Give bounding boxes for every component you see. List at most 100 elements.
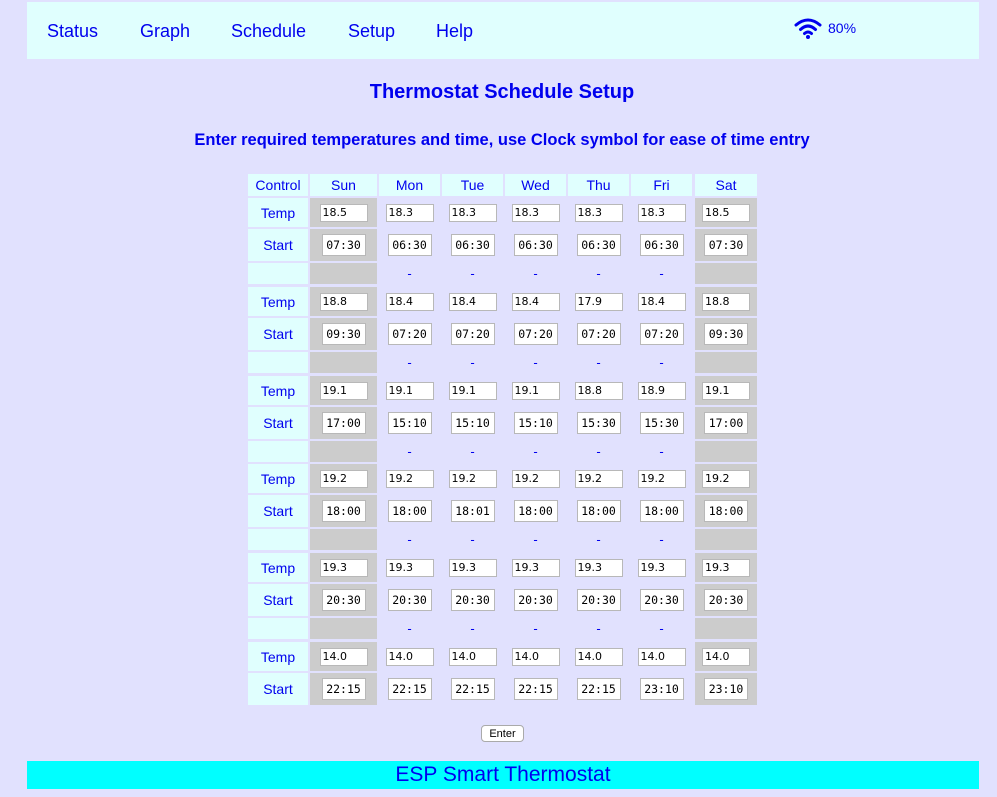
start-time-input-mon-3[interactable] <box>387 412 432 434</box>
temp-input-mon-2[interactable] <box>385 292 434 311</box>
start-time-input-sat-6[interactable] <box>704 678 748 700</box>
temp-input-thu-4[interactable] <box>574 469 623 488</box>
temp-input-wed-5[interactable] <box>511 558 560 577</box>
start-time-input-sat-2[interactable] <box>704 323 748 345</box>
temp-input-mon-3[interactable] <box>385 381 434 400</box>
start-time-input-fri-2[interactable] <box>639 323 684 345</box>
start-time-input-thu-6[interactable] <box>576 678 621 700</box>
temp-input-tue-6[interactable] <box>448 647 497 666</box>
start-time-input-wed-4[interactable] <box>513 500 558 522</box>
separator-cell-fri: - <box>631 441 692 462</box>
temp-input-mon-6[interactable] <box>385 647 434 666</box>
temp-input-fri-1[interactable] <box>637 203 686 222</box>
temp-input-mon-1[interactable] <box>385 203 434 222</box>
start-time-input-fri-1[interactable] <box>639 234 684 256</box>
temp-cell-wed <box>505 553 566 582</box>
temp-input-thu-3[interactable] <box>574 381 623 400</box>
enter-button[interactable]: Enter <box>481 725 524 742</box>
temp-input-thu-5[interactable] <box>574 558 623 577</box>
temp-input-sat-4[interactable] <box>702 469 750 488</box>
temp-input-fri-4[interactable] <box>637 469 686 488</box>
temp-input-fri-6[interactable] <box>637 647 686 666</box>
temp-input-sun-6[interactable] <box>319 647 368 666</box>
temp-input-thu-6[interactable] <box>574 647 623 666</box>
start-time-input-thu-1[interactable] <box>576 234 621 256</box>
start-time-input-sun-1[interactable] <box>321 234 366 256</box>
nav-help[interactable]: Help <box>436 21 473 42</box>
temp-input-sat-1[interactable] <box>702 203 750 222</box>
start-cell-tue <box>442 229 503 261</box>
start-time-input-fri-4[interactable] <box>639 500 684 522</box>
start-time-input-tue-3[interactable] <box>450 412 495 434</box>
start-time-input-sat-1[interactable] <box>704 234 748 256</box>
temp-input-thu-2[interactable] <box>574 292 623 311</box>
temp-input-tue-2[interactable] <box>448 292 497 311</box>
start-time-input-fri-6[interactable] <box>639 678 684 700</box>
start-time-input-wed-2[interactable] <box>513 323 558 345</box>
start-time-input-wed-6[interactable] <box>513 678 558 700</box>
temp-input-sat-3[interactable] <box>702 381 750 400</box>
start-time-input-sat-4[interactable] <box>704 500 748 522</box>
temp-input-sun-5[interactable] <box>319 558 368 577</box>
temp-input-tue-4[interactable] <box>448 469 497 488</box>
start-time-input-tue-1[interactable] <box>450 234 495 256</box>
start-time-input-mon-6[interactable] <box>387 678 432 700</box>
start-time-input-thu-4[interactable] <box>576 500 621 522</box>
temp-input-sun-2[interactable] <box>319 292 368 311</box>
start-time-input-sat-5[interactable] <box>704 589 748 611</box>
nav-schedule[interactable]: Schedule <box>231 21 306 42</box>
temp-input-wed-4[interactable] <box>511 469 560 488</box>
start-time-input-thu-3[interactable] <box>576 412 621 434</box>
start-time-input-sun-3[interactable] <box>321 412 366 434</box>
temp-input-fri-2[interactable] <box>637 292 686 311</box>
start-time-input-fri-5[interactable] <box>639 589 684 611</box>
temp-input-sat-5[interactable] <box>702 558 750 577</box>
start-time-input-wed-1[interactable] <box>513 234 558 256</box>
nav-status[interactable]: Status <box>47 21 98 42</box>
temp-input-thu-1[interactable] <box>574 203 623 222</box>
start-time-input-mon-2[interactable] <box>387 323 432 345</box>
start-time-input-sun-2[interactable] <box>321 323 366 345</box>
temp-input-tue-5[interactable] <box>448 558 497 577</box>
temp-input-fri-3[interactable] <box>637 381 686 400</box>
start-time-input-mon-5[interactable] <box>387 589 432 611</box>
temp-input-sun-4[interactable] <box>319 469 368 488</box>
temp-input-wed-6[interactable] <box>511 647 560 666</box>
temp-input-sat-6[interactable] <box>702 647 750 666</box>
start-time-input-sun-4[interactable] <box>321 500 366 522</box>
start-time-input-sun-5[interactable] <box>321 589 366 611</box>
temp-input-wed-1[interactable] <box>511 203 560 222</box>
temp-input-fri-5[interactable] <box>637 558 686 577</box>
start-time-input-wed-5[interactable] <box>513 589 558 611</box>
start-time-input-sun-6[interactable] <box>321 678 366 700</box>
start-time-input-thu-5[interactable] <box>576 589 621 611</box>
separator-label <box>248 529 308 550</box>
temp-input-tue-1[interactable] <box>448 203 497 222</box>
temp-input-wed-3[interactable] <box>511 381 560 400</box>
temp-input-tue-3[interactable] <box>448 381 497 400</box>
start-time-input-tue-5[interactable] <box>450 589 495 611</box>
start-time-input-mon-1[interactable] <box>387 234 432 256</box>
start-time-input-mon-4[interactable] <box>387 500 432 522</box>
start-time-input-thu-2[interactable] <box>576 323 621 345</box>
row-label-temp: Temp <box>248 642 308 671</box>
start-time-input-wed-3[interactable] <box>513 412 558 434</box>
start-time-input-tue-2[interactable] <box>450 323 495 345</box>
separator-cell-thu: - <box>568 618 629 639</box>
start-cell-thu <box>568 318 629 350</box>
start-time-input-tue-4[interactable] <box>450 500 495 522</box>
temp-input-sun-3[interactable] <box>319 381 368 400</box>
temp-input-mon-5[interactable] <box>385 558 434 577</box>
temp-input-sun-1[interactable] <box>319 203 368 222</box>
temp-input-wed-2[interactable] <box>511 292 560 311</box>
separator-cell-mon: - <box>379 263 440 284</box>
start-cell-sun <box>310 495 377 527</box>
temp-input-sat-2[interactable] <box>702 292 750 311</box>
start-time-input-tue-6[interactable] <box>450 678 495 700</box>
start-time-input-sat-3[interactable] <box>704 412 748 434</box>
start-time-input-fri-3[interactable] <box>639 412 684 434</box>
temp-cell-mon <box>379 642 440 671</box>
nav-graph[interactable]: Graph <box>140 21 190 42</box>
nav-setup[interactable]: Setup <box>348 21 395 42</box>
temp-input-mon-4[interactable] <box>385 469 434 488</box>
